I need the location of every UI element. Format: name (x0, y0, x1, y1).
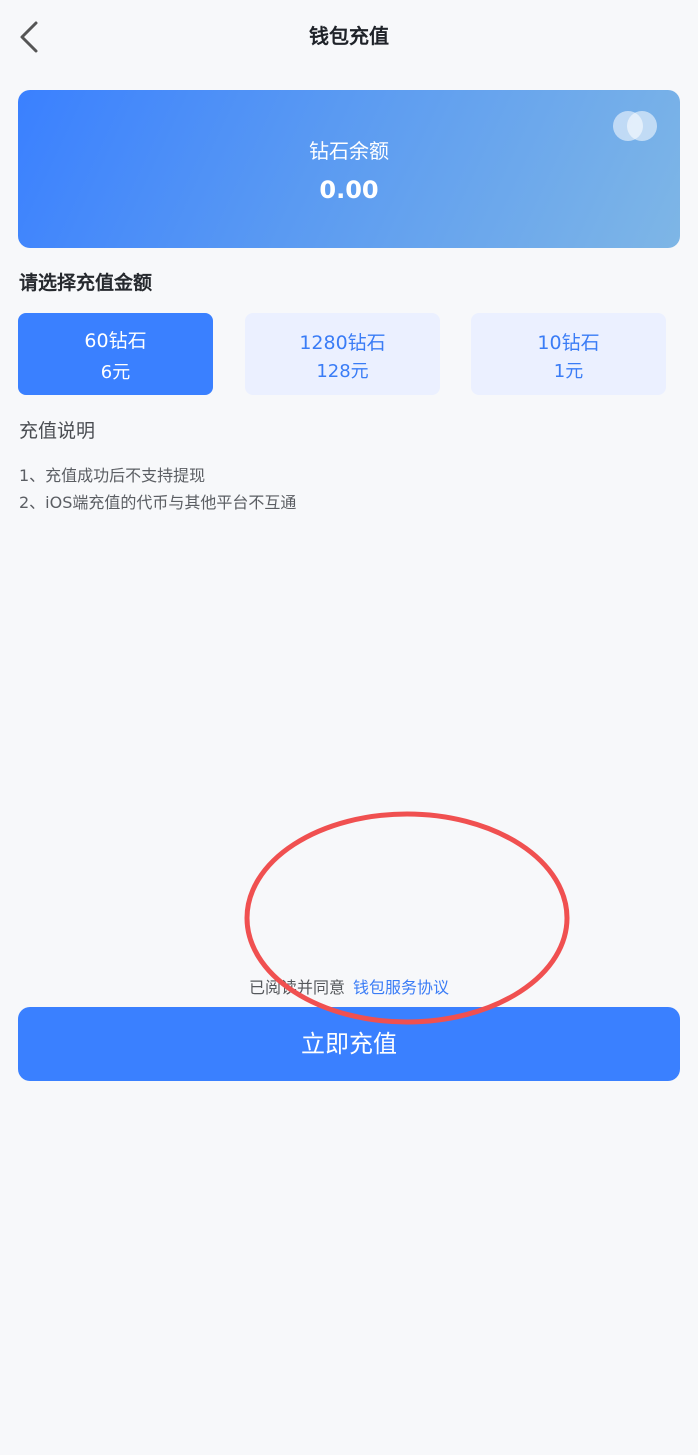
balance-value: 0.00 (319, 176, 379, 204)
description-item: 1、充值成功后不支持提现 (19, 466, 206, 485)
option-diamonds: 1280钻石 (299, 332, 386, 354)
agreement-link[interactable]: 钱包服务协议 (353, 978, 449, 997)
option-10-diamonds[interactable]: 10钻石 1元 (471, 313, 666, 395)
description-title: 充值说明 (19, 420, 96, 442)
agreement-row: 已阅读并同意 钱包服务协议 (0, 974, 698, 998)
option-diamonds: 10钻石 (537, 332, 600, 354)
recharge-button[interactable]: 立即充值 (18, 1007, 680, 1081)
balance-label: 钻石余额 (309, 139, 389, 163)
option-1280-diamonds[interactable]: 1280钻石 128元 (245, 313, 440, 395)
header: 钱包充值 (0, 0, 698, 68)
agreement-text: 已阅读并同意 (248, 978, 345, 997)
description-list: 1、充值成功后不支持提现 2、iOS端充值的代币与其他平台不互通 (19, 462, 296, 516)
description-item: 2、iOS端充值的代币与其他平台不互通 (19, 493, 297, 512)
balance-card: 钻石余额 0.00 (18, 90, 680, 248)
select-amount-label: 请选择充值金额 (19, 272, 153, 294)
option-60-diamonds[interactable]: 60钻石 6元 (18, 313, 213, 395)
recharge-options: 60钻石 6元 1280钻石 128元 10钻石 1元 (18, 313, 680, 395)
page-title: 钱包充值 (309, 24, 389, 48)
option-price: 6元 (100, 362, 131, 383)
option-price: 1元 (553, 361, 584, 382)
option-price: 128元 (316, 361, 369, 382)
option-diamonds: 60钻石 (84, 330, 147, 352)
